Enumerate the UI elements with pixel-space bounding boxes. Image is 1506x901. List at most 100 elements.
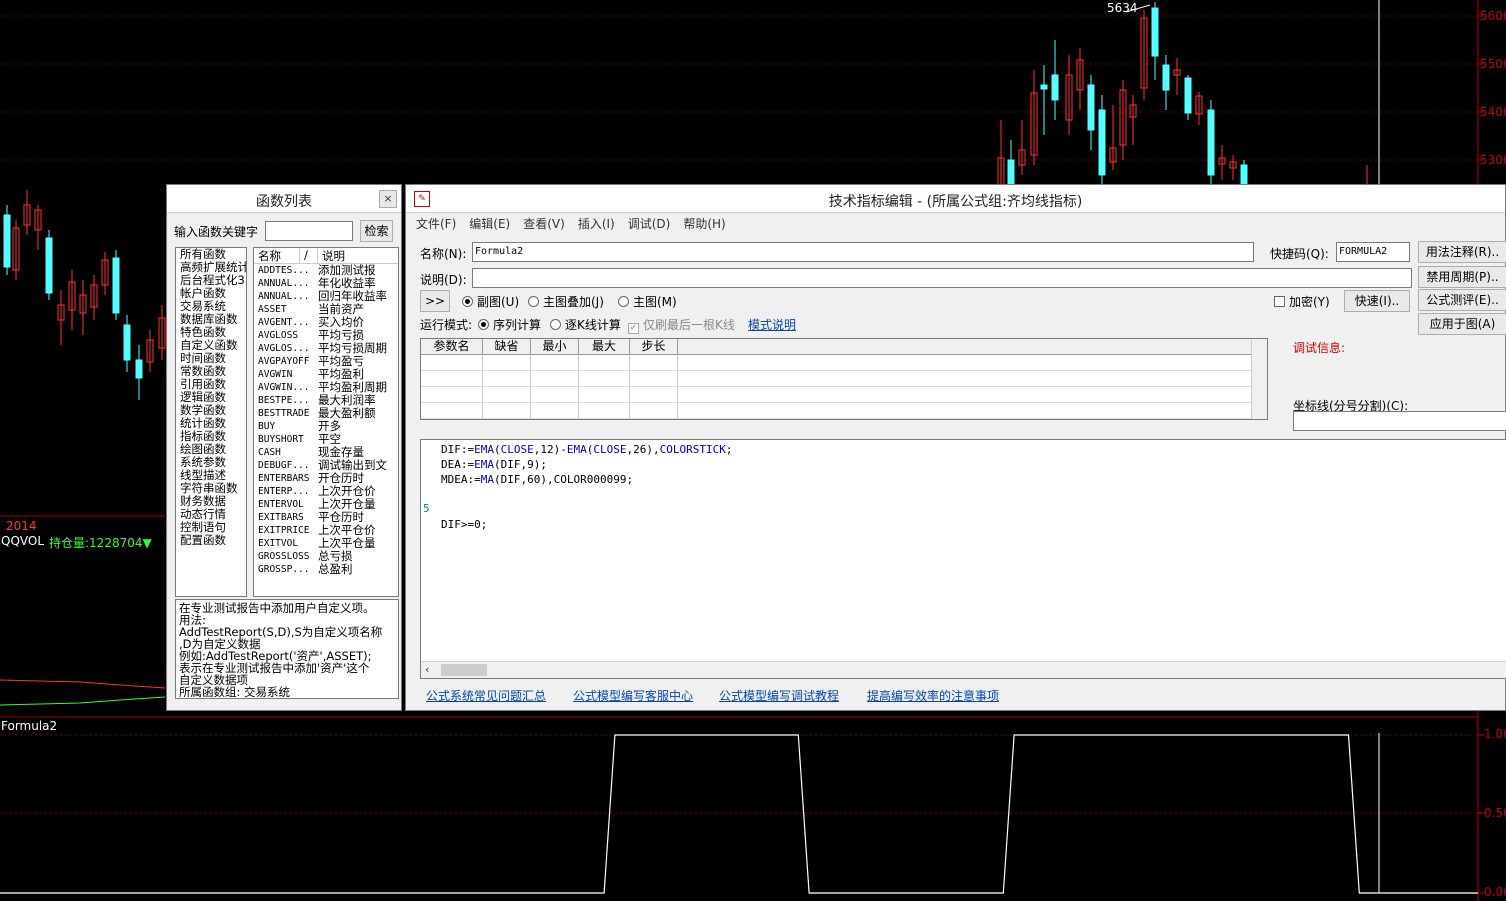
- debug-info-label: 调试信息:: [1293, 341, 1346, 355]
- code-line[interactable]: DIF:=EMA(CLOSE,12)-EMA(CLOSE,26),COLORST…: [441, 442, 732, 457]
- code-line[interactable]: MDEA:=MA(DIF,60),COLOR000099;: [441, 472, 732, 487]
- fast-button[interactable]: 快速(I)..: [1344, 290, 1410, 312]
- faq-link[interactable]: 公式系统常见问题汇总: [426, 687, 546, 704]
- function-row[interactable]: GROSSLOSS 总亏损: [254, 550, 398, 563]
- radio-overlay[interactable]: 主图叠加(J): [528, 293, 604, 310]
- axis-label-5500: 5500: [1480, 57, 1506, 71]
- function-row[interactable]: BUY 开多: [254, 420, 398, 433]
- code-line[interactable]: DEA:=EMA(DIF,9);: [441, 457, 732, 472]
- editor-hscrollbar[interactable]: ‹: [421, 661, 1506, 678]
- function-row[interactable]: DEBUGF... 调试输出到文: [254, 459, 398, 472]
- close-icon[interactable]: ×: [379, 190, 397, 208]
- function-row[interactable]: AVGENT... 买入均价: [254, 316, 398, 329]
- expand-button[interactable]: >>: [420, 290, 450, 312]
- param-row[interactable]: [421, 371, 1267, 387]
- param-row[interactable]: [421, 403, 1267, 419]
- run-mode-label: 运行模式:: [420, 318, 473, 332]
- disable-period-button[interactable]: 禁用周期(P)..: [1418, 266, 1506, 288]
- formula-test-button[interactable]: 公式测评(E)..: [1418, 289, 1506, 311]
- radio-subchart-dot: [462, 296, 473, 307]
- apply-to-chart-button[interactable]: 应用于图(A): [1418, 313, 1506, 335]
- function-help-box: 在专业测试报告中添加用户自定义项。 用法: AddTestReport(S,D),S…: [175, 599, 399, 699]
- function-row[interactable]: ADDTES... 添加测试报: [254, 264, 398, 277]
- menu-view[interactable]: 查看(V): [523, 215, 565, 233]
- name-input[interactable]: Formula2: [472, 242, 1254, 262]
- candles-left: [3, 190, 166, 400]
- search-label: 输入函数关键字: [174, 225, 259, 239]
- scroll-left-icon[interactable]: ‹: [425, 663, 429, 676]
- function-row[interactable]: AVGWIN 平均盈利: [254, 368, 398, 381]
- run-seq-radio[interactable]: 序列计算: [478, 316, 541, 333]
- axis-lines-input[interactable]: [1293, 411, 1506, 431]
- col-desc[interactable]: 说明: [318, 248, 390, 263]
- function-row[interactable]: ANNUAL... 年化收益率: [254, 277, 398, 290]
- function-row[interactable]: AVGLOSS 平均亏损: [254, 329, 398, 342]
- axis-label-5400: 5400: [1480, 105, 1506, 119]
- category-list[interactable]: 所有函数 高频扩展统计 后台程式化3 帐户函数 交易系统 数据库函数 特色函数 自定义函数 时间…: [175, 247, 247, 597]
- col-name[interactable]: 名称: [254, 248, 300, 263]
- function-row[interactable]: ENTERP... 上次开仓价: [254, 485, 398, 498]
- function-row[interactable]: ASSET 当前资产: [254, 303, 398, 316]
- mode-help-link[interactable]: 模式说明: [748, 316, 796, 333]
- search-input[interactable]: [265, 221, 353, 241]
- function-row[interactable]: AVGWIN... 平均盈利周期: [254, 381, 398, 394]
- radio-subchart[interactable]: 副图(U): [462, 293, 519, 310]
- code-line[interactable]: DIF>=0;: [441, 517, 732, 532]
- editor-titlebar[interactable]: ✎ 技术指标编辑 - (所属公式组:齐均线指标): [406, 185, 1505, 213]
- code-line[interactable]: [441, 502, 732, 517]
- tutorial-link[interactable]: 公式模型编写调试教程: [719, 687, 839, 704]
- function-table[interactable]: 名称 / 说明 ADDTES... 添加测试报 ANNUAL... 年化收益率 ANNU…: [253, 247, 399, 597]
- function-row[interactable]: ENTERBARS 开仓历时: [254, 472, 398, 485]
- code-text[interactable]: DIF:=EMA(CLOSE,12)-EMA(CLOSE,26),COLORST…: [441, 442, 732, 532]
- support-link[interactable]: 公式模型编写客服中心: [573, 687, 693, 704]
- menu-edit[interactable]: 编辑(E): [469, 215, 510, 233]
- radio-mainchart-dot: [618, 296, 629, 307]
- menu-file[interactable]: 文件(F): [416, 215, 456, 233]
- function-list-titlebar[interactable]: 函数列表 ×: [167, 185, 401, 213]
- params-grid[interactable]: 参数名 缺省 最小 最大 步长: [420, 338, 1268, 420]
- encrypt-checkbox[interactable]: 加密(Y): [1274, 293, 1330, 310]
- radio-mainchart-label: 主图(M): [633, 295, 677, 309]
- param-row[interactable]: [421, 387, 1267, 403]
- function-desc: 平均亏损周期: [318, 342, 387, 355]
- function-row[interactable]: AVGLOS... 平均亏损周期: [254, 342, 398, 355]
- code-editor[interactable]: 5 DIF:=EMA(CLOSE,12)-EMA(CLOSE,26),COLOR…: [420, 439, 1506, 679]
- shortcut-input[interactable]: FORMULA2: [1336, 242, 1410, 262]
- function-row[interactable]: CASH 现金存量: [254, 446, 398, 459]
- desc-input[interactable]: [472, 268, 1412, 288]
- menu-insert[interactable]: 插入(I): [578, 215, 615, 233]
- efficiency-link[interactable]: 提高编写效率的注意事项: [867, 687, 999, 704]
- function-row[interactable]: ENTERVOL 上次开仓量: [254, 498, 398, 511]
- code-line[interactable]: [441, 487, 732, 502]
- col-sort[interactable]: /: [300, 248, 318, 263]
- menu-debug[interactable]: 调试(D): [628, 215, 671, 233]
- category-item[interactable]: 配置函数: [176, 534, 246, 547]
- function-row[interactable]: BUYSHORT 平空: [254, 433, 398, 446]
- function-row[interactable]: BESTTRADE 最大盈利额: [254, 407, 398, 420]
- function-row[interactable]: BESTPE... 最大利润率: [254, 394, 398, 407]
- axis-label-050: 0.50: [1484, 806, 1506, 820]
- run-bar-radio[interactable]: 逐K线计算: [550, 316, 621, 333]
- menu-help[interactable]: 帮助(H): [683, 215, 725, 233]
- function-name: ENTERVOL: [258, 499, 304, 510]
- editor-gutter: 5: [421, 440, 439, 662]
- function-name: BESTPE...: [258, 395, 310, 406]
- function-row[interactable]: EXITVOL 上次平仓量: [254, 537, 398, 550]
- search-button[interactable]: 检索: [360, 220, 393, 242]
- usage-notes-button[interactable]: 用法注释(R)..: [1418, 241, 1506, 263]
- function-desc: 最大盈利额: [318, 407, 376, 420]
- refresh-last-checkbox[interactable]: ✓ 仅刷最后一根K线: [628, 316, 735, 334]
- function-row[interactable]: AVGPAYOFF 平均盈亏: [254, 355, 398, 368]
- radio-mainchart[interactable]: 主图(M): [618, 293, 677, 310]
- params-scrollbar[interactable]: [1251, 339, 1267, 419]
- function-name: BUY: [258, 421, 276, 432]
- scroll-thumb[interactable]: [441, 664, 487, 676]
- function-desc: 总盈利: [318, 563, 353, 576]
- params-header: 参数名 缺省 最小 最大 步长: [421, 339, 1267, 355]
- function-row[interactable]: ANNUAL... 回归年收益率: [254, 290, 398, 303]
- function-row[interactable]: GROSSP... 总盈利: [254, 563, 398, 576]
- function-row[interactable]: EXITPRICE 上次平仓价: [254, 524, 398, 537]
- function-row[interactable]: EXITBARS 平仓历时: [254, 511, 398, 524]
- param-row[interactable]: [421, 355, 1267, 371]
- function-name: ENTERP...: [258, 486, 310, 497]
